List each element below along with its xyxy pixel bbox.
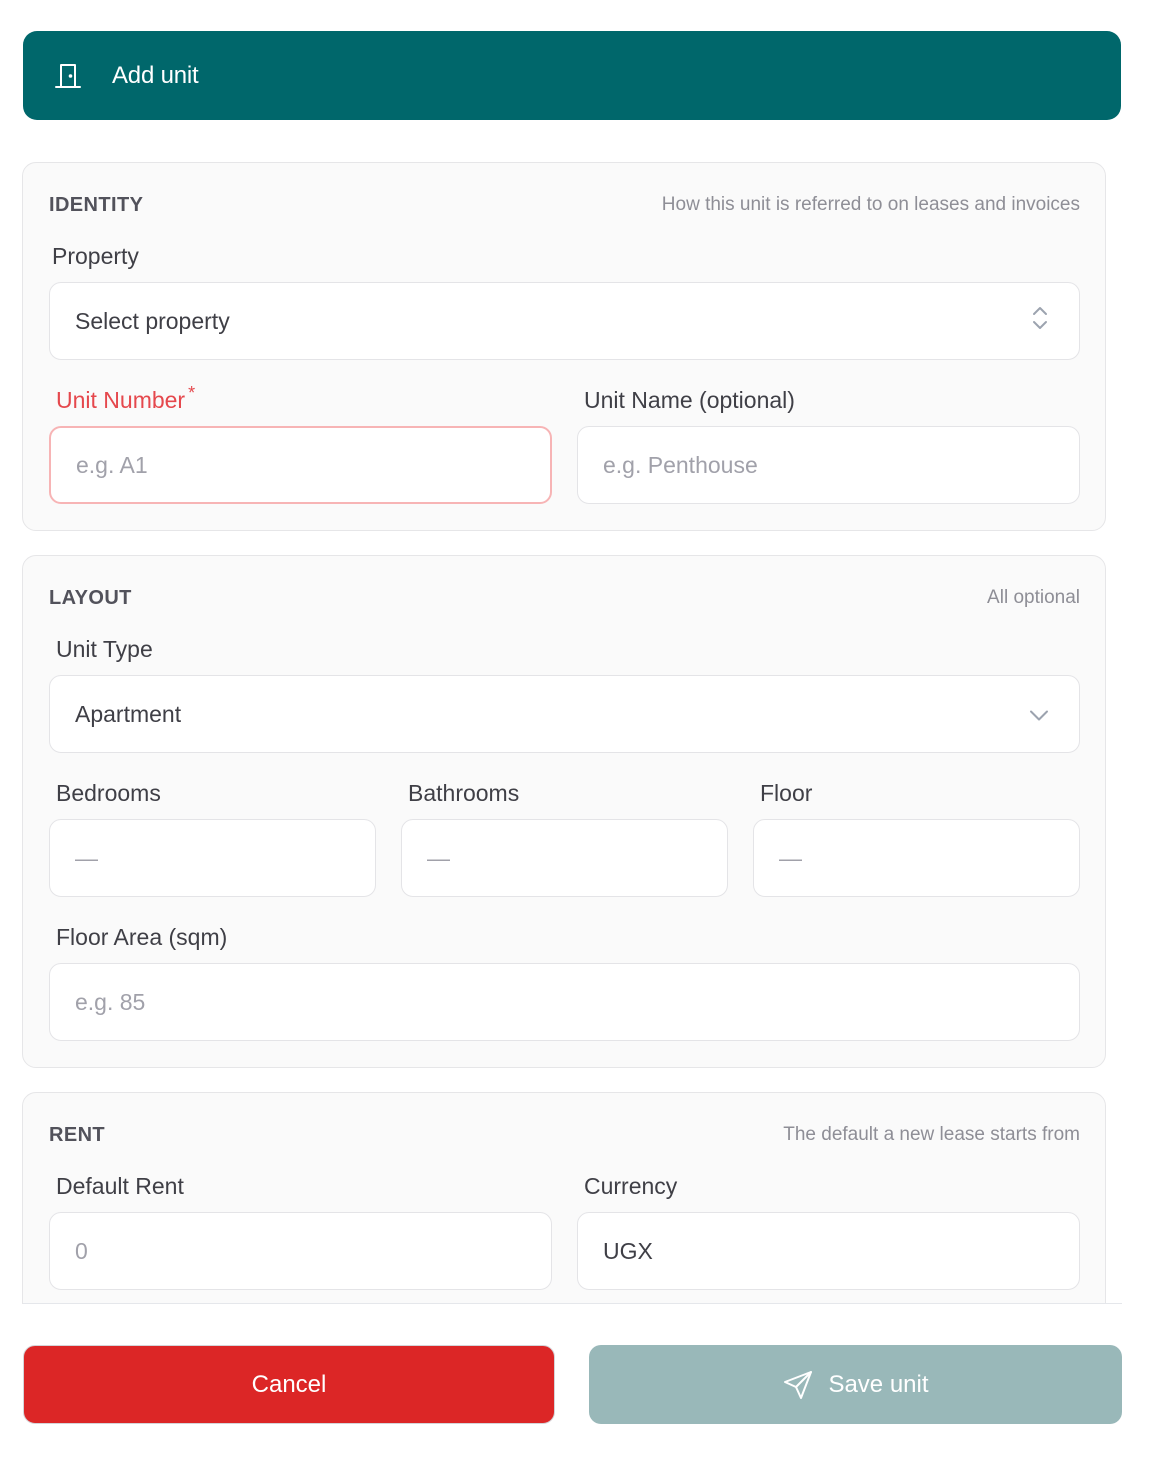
required-marker: *	[188, 383, 196, 403]
save-unit-button-label: Save unit	[828, 1370, 929, 1398]
currency-value: UGX	[603, 1237, 653, 1264]
bedrooms-label: Bedrooms	[56, 780, 161, 806]
cancel-button-label: Cancel	[251, 1370, 327, 1398]
send-icon	[782, 1369, 814, 1401]
dialog-title: Add unit	[112, 61, 199, 89]
default-rent-label: Default Rent	[56, 1173, 184, 1199]
bathrooms-label: Bathrooms	[408, 780, 520, 806]
section-title: RENT	[49, 1123, 106, 1146]
section-hint: All optional	[987, 587, 1080, 608]
unit-type-select[interactable]: Apartment	[49, 675, 1080, 753]
property-select[interactable]: Select property	[49, 282, 1080, 360]
footer-divider	[23, 1303, 1122, 1304]
layout-section: LAYOUT All optional Unit Type Apartment …	[22, 555, 1106, 1068]
section-hint: How this unit is referred to on leases a…	[661, 194, 1080, 215]
bedrooms-input[interactable]	[49, 819, 376, 897]
section-title: LAYOUT	[49, 586, 132, 609]
add-unit-page: Add unit IDENTITY How this unit is refer…	[0, 0, 1152, 1462]
chevron-down-icon	[1029, 701, 1049, 728]
unit-name-input[interactable]	[577, 426, 1080, 504]
property-select-value: Select property	[75, 307, 230, 334]
dialog-header: Add unit	[23, 31, 1121, 120]
unit-type-label: Unit Type	[56, 636, 153, 662]
identity-section: IDENTITY How this unit is referred to on…	[22, 162, 1106, 531]
unit-type-value: Apartment	[75, 700, 182, 727]
door-icon	[51, 61, 85, 91]
form-scroll-area[interactable]: IDENTITY How this unit is referred to on…	[0, 140, 1152, 1304]
default-rent-input[interactable]	[49, 1212, 552, 1290]
currency-input[interactable]: UGX	[577, 1212, 1080, 1290]
chevron-up-down-icon	[1031, 304, 1049, 338]
floor-area-label: Floor Area (sqm)	[56, 924, 228, 950]
rent-section: RENT The default a new lease starts from…	[22, 1092, 1106, 1304]
section-hint: The default a new lease starts from	[783, 1124, 1080, 1145]
save-unit-button[interactable]: Save unit	[589, 1345, 1122, 1424]
unit-number-label: Unit Number *	[56, 383, 196, 413]
unit-number-input[interactable]	[49, 426, 552, 504]
floor-label: Floor	[760, 780, 813, 806]
unit-name-label: Unit Name (optional)	[584, 387, 795, 413]
section-title: IDENTITY	[49, 193, 144, 216]
cancel-button[interactable]: Cancel	[23, 1345, 555, 1424]
currency-label: Currency	[584, 1173, 678, 1199]
floor-input[interactable]	[753, 819, 1080, 897]
bathrooms-input[interactable]	[401, 819, 728, 897]
floor-area-input[interactable]	[49, 963, 1080, 1041]
property-label: Property	[52, 243, 139, 269]
